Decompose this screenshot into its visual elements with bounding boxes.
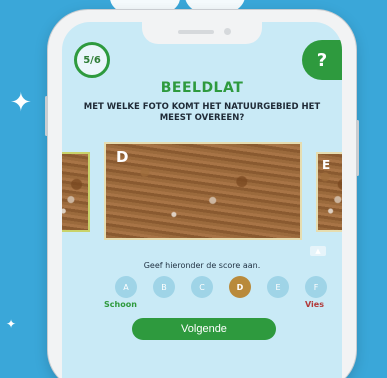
phone-notch — [142, 22, 262, 44]
question-mark-icon: ? — [316, 49, 328, 71]
phone-side-button — [45, 96, 48, 136]
help-button[interactable]: ? — [302, 40, 342, 80]
score-option-b[interactable]: B — [153, 276, 175, 298]
score-option-e[interactable]: E — [267, 276, 289, 298]
score-option-d[interactable]: D — [229, 276, 251, 298]
chevron-up-icon[interactable]: ▲ — [310, 246, 326, 256]
next-button[interactable]: Volgende — [132, 318, 276, 340]
camera-icon — [224, 28, 231, 35]
photo-letter: D — [116, 148, 129, 166]
photo-card-next[interactable]: E — [316, 152, 342, 232]
photo-card-previous[interactable] — [62, 152, 90, 232]
scale-label-dirty: Vies — [305, 300, 324, 309]
score-instruction: Geef hieronder de score aan. — [143, 261, 261, 270]
page-title: BEELDLAT — [160, 80, 244, 96]
photo-letter: E — [322, 158, 331, 172]
score-option-a[interactable]: A — [115, 276, 137, 298]
speaker-grille — [178, 30, 214, 34]
score-options: A B C D E F — [115, 276, 331, 298]
progress-text: 5/6 — [83, 54, 101, 66]
score-option-f[interactable]: F — [305, 276, 327, 298]
phone-side-button — [356, 120, 359, 176]
photo-card-current[interactable]: D — [104, 142, 302, 240]
sparkle-icon: ✦ — [6, 317, 17, 331]
app-screen: 5/6 ? BEELDLAT MET WELKE FOTO KOMT HET N… — [62, 22, 342, 378]
score-option-c[interactable]: C — [191, 276, 213, 298]
scale-label-clean: Schoon — [104, 300, 137, 309]
question-text: MET WELKE FOTO KOMT HET NATUURGEBIED HET… — [83, 102, 321, 123]
sparkle-icon: ✦ — [10, 88, 32, 118]
progress-indicator: 5/6 — [74, 42, 110, 78]
phone-frame: 5/6 ? BEELDLAT MET WELKE FOTO KOMT HET N… — [45, 10, 359, 378]
